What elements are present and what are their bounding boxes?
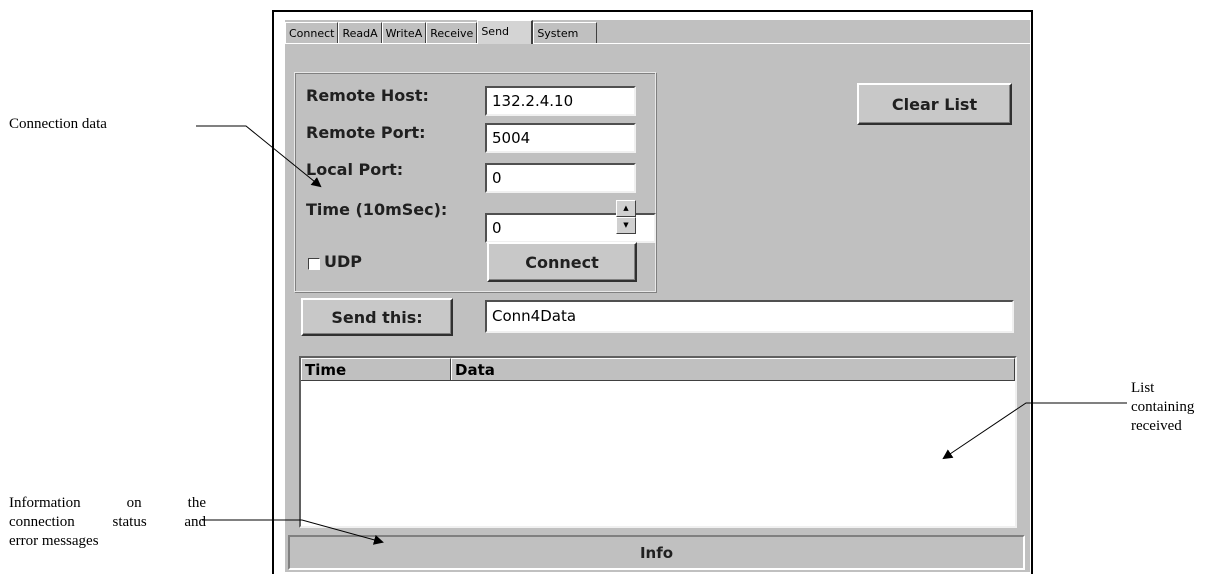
callout-list-received bbox=[942, 402, 1127, 460]
callout-info-status bbox=[202, 519, 384, 545]
tab-send[interactable]: Send bbox=[477, 20, 534, 44]
callout-arrows bbox=[196, 125, 1127, 545]
tab-label: Send bbox=[481, 25, 510, 38]
callout-connection-data bbox=[196, 125, 322, 188]
